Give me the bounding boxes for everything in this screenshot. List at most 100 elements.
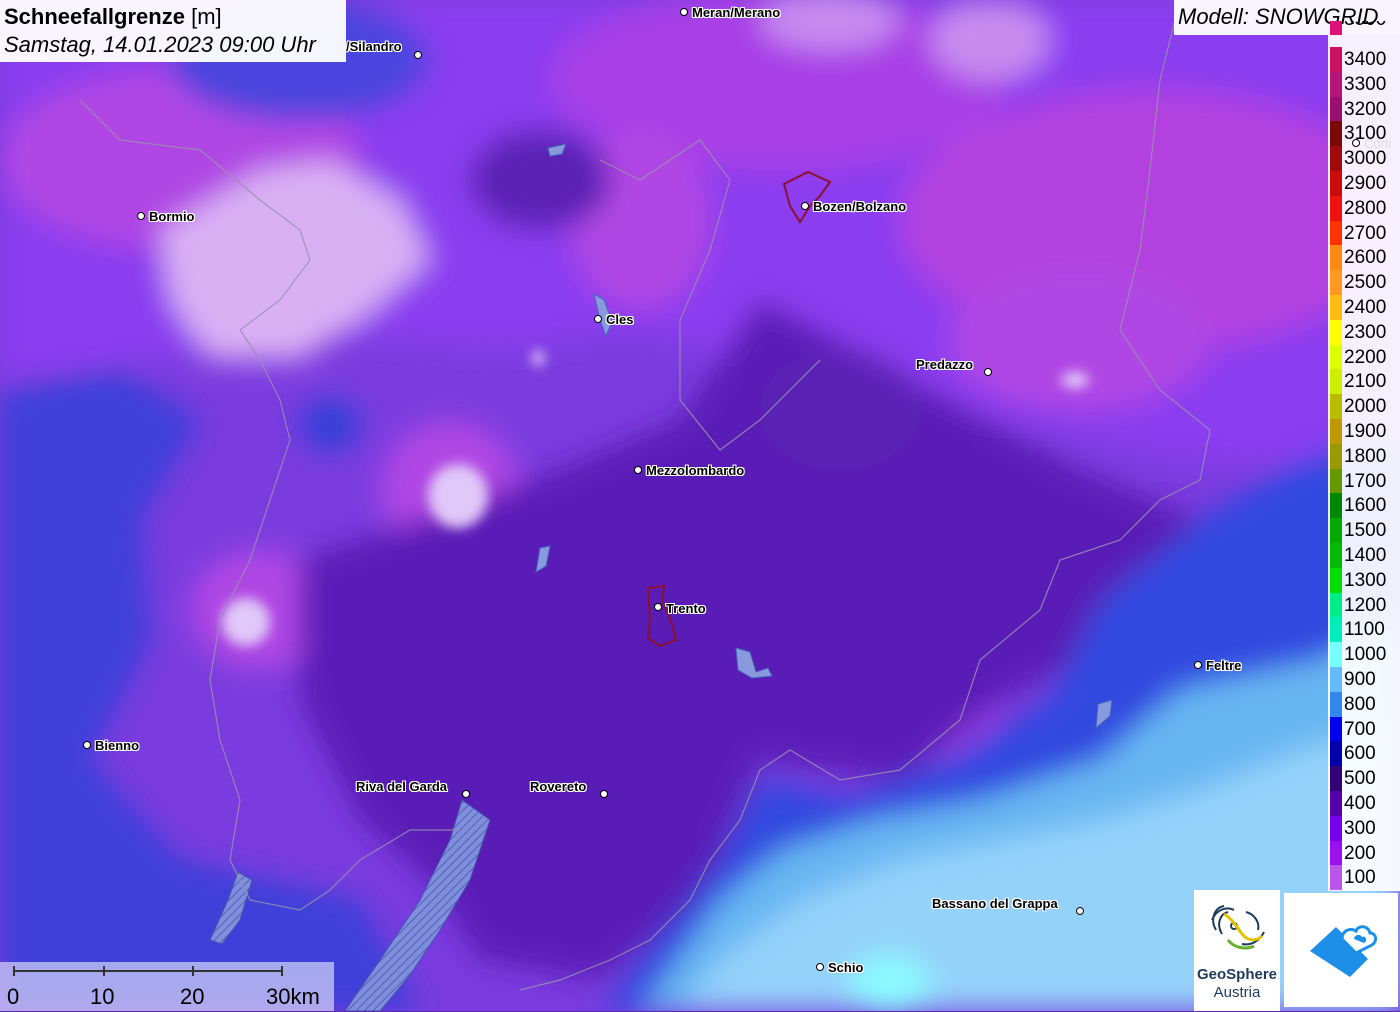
- legend-swatch: [1330, 840, 1342, 866]
- legend-swatch: [1330, 667, 1342, 692]
- legend-row-1900: 1900: [1328, 419, 1400, 444]
- legend-row-800: 800: [1328, 691, 1400, 717]
- legend-swatch: [1330, 419, 1342, 444]
- city-label-feltre: Feltre: [1206, 658, 1242, 673]
- legend-swatch: [1330, 121, 1342, 147]
- legend-row-700: 700: [1328, 716, 1400, 742]
- legend-label: 1700: [1344, 470, 1387, 492]
- zone-pale-a: [428, 464, 488, 528]
- legend-row-2500: 2500: [1328, 270, 1400, 295]
- city-marker-schio: [816, 963, 824, 971]
- legend-row-600: 600: [1328, 741, 1400, 767]
- city-marker-bienno: [83, 741, 91, 749]
- legend-label: 300: [1344, 817, 1376, 839]
- app-logo[interactable]: [1284, 893, 1398, 1007]
- city-label-mezzolombardo: Mezzolombardo: [646, 463, 745, 478]
- city-marker-bormio: [137, 212, 145, 220]
- legend-swatch: [1330, 146, 1342, 171]
- legend-row-2600: 2600: [1328, 245, 1400, 271]
- legend-label: 1100: [1344, 619, 1385, 641]
- city-marker-feltre: [1194, 661, 1202, 669]
- legend-label: 2800: [1344, 197, 1387, 219]
- legend-label: 900: [1344, 669, 1376, 690]
- legend-swatch: [1330, 195, 1342, 221]
- legend-row-2800: 2800: [1328, 195, 1400, 221]
- legend-swatch: [1330, 642, 1342, 667]
- legend-row-2700: 2700: [1328, 220, 1400, 246]
- city-marker-riva-del-garda: [462, 790, 470, 798]
- legend-swatch: [1330, 567, 1342, 593]
- legend-label: 200: [1344, 842, 1376, 864]
- legend-row-1700: 1700: [1328, 468, 1400, 494]
- city-marker-meran-merano: [680, 8, 688, 16]
- legend-swatch: [1330, 443, 1342, 469]
- zone-light-ne: [930, 0, 1050, 80]
- legend-label: 2500: [1344, 272, 1387, 294]
- city-marker-predazzo: [984, 368, 992, 376]
- legend-swatch: [1330, 592, 1342, 618]
- legend-swatch: [1330, 96, 1342, 122]
- legend-swatch: [1330, 865, 1342, 891]
- legend-label: 1500: [1344, 520, 1387, 542]
- legend-label: 3000: [1344, 148, 1387, 170]
- legend-row-500: 500: [1328, 766, 1400, 791]
- legend-swatch: [1330, 468, 1342, 494]
- city-label-cles: Cles: [606, 312, 634, 327]
- legend-label: 700: [1344, 718, 1376, 740]
- zone-dark-n: [470, 130, 610, 230]
- zone-dark-e: [760, 350, 920, 470]
- legend-swatch: [1330, 245, 1342, 271]
- city-label-trento: Trento: [666, 601, 706, 616]
- legend-label: 2400: [1344, 297, 1387, 318]
- scale-label-30km: 30km: [266, 984, 320, 1009]
- legend-row-1500: 1500: [1328, 518, 1400, 543]
- legend-label: 3300: [1344, 73, 1387, 95]
- legend-label: 2700: [1344, 222, 1387, 244]
- legend-label: 1400: [1344, 545, 1387, 566]
- legend-swatch: [1330, 71, 1342, 97]
- legend-label: 1900: [1344, 421, 1387, 442]
- legend-row-100: 100: [1328, 865, 1400, 891]
- geosphere-logo-country: Austria: [1213, 984, 1261, 1001]
- scale-bar: 0 10 20 30km: [0, 962, 334, 1011]
- zone-pale-c: [1061, 372, 1089, 388]
- legend-label: 2000: [1344, 396, 1387, 418]
- legend-row-2100: 2100: [1328, 369, 1400, 395]
- legend-row-1200: 1200: [1328, 592, 1400, 618]
- city-marker-cles: [594, 315, 602, 323]
- legend-row-2300: 2300: [1328, 319, 1400, 345]
- legend-swatch: [1330, 691, 1342, 717]
- zone-pale-b: [222, 598, 270, 646]
- legend-row-1000: 1000: [1328, 642, 1400, 667]
- legend-swatch: [1330, 716, 1342, 742]
- city-marker-bozen-bolzano: [801, 202, 809, 210]
- city-label-bassano-del-grappa: Bassano del Grappa: [932, 896, 1058, 911]
- legend-swatch: [1330, 543, 1342, 568]
- city-marker-corti: [1352, 139, 1360, 147]
- city-marker-rovereto: [600, 790, 608, 798]
- legend-row-900: 900: [1328, 667, 1400, 692]
- legend-label: 800: [1344, 693, 1376, 715]
- zone-pale-d: [532, 350, 544, 366]
- legend-row-2200: 2200: [1328, 344, 1400, 370]
- city-marker-trento: [654, 603, 662, 611]
- geosphere-logo[interactable]: GeoSphere Austria: [1194, 890, 1280, 1011]
- legend-row-300: 300: [1328, 815, 1400, 841]
- city-marker-silandro: [414, 51, 422, 59]
- legend-swatch: [1330, 493, 1342, 519]
- legend-row-200: 200: [1328, 840, 1400, 866]
- color-legend: 3500 34003300320031003000290028002700260…: [1328, 21, 1400, 891]
- legend-row-1600: 1600: [1328, 493, 1400, 519]
- legend-row-3300: 3300: [1328, 71, 1400, 97]
- legend-swatch: [1330, 815, 1342, 841]
- legend-swatch: [1330, 394, 1342, 419]
- legend-swatch: [1330, 47, 1342, 72]
- city-marker-mezzolombardo: [634, 466, 642, 474]
- city-label-bienno: Bienno: [95, 738, 140, 753]
- geosphere-emblem-icon: [1211, 905, 1265, 950]
- legend-swatch: [1330, 171, 1342, 196]
- city-label-silandro: /Silandro: [346, 39, 402, 54]
- legend-label: 600: [1344, 743, 1376, 765]
- legend-label: 2600: [1344, 247, 1387, 269]
- legend-swatch: [1330, 766, 1342, 791]
